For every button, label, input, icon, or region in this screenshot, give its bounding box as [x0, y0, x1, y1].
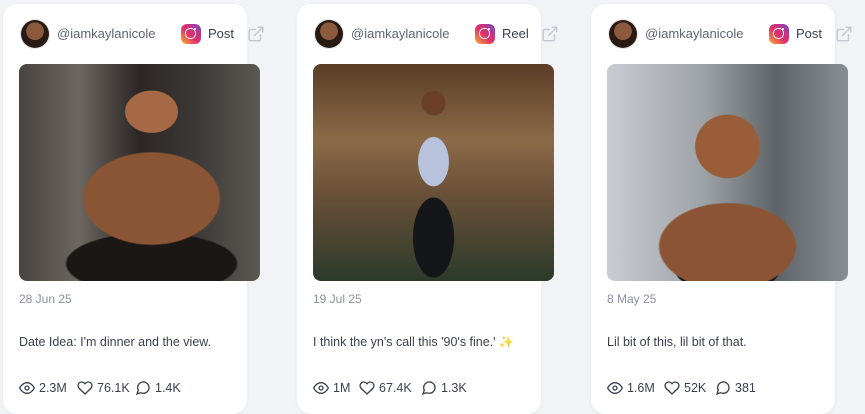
- comment-icon: [421, 381, 436, 396]
- instagram-icon: [181, 24, 201, 44]
- comment-icon: [135, 381, 150, 396]
- instagram-icon: [475, 24, 495, 44]
- post-type-label: Reel: [502, 26, 529, 41]
- views-count: 1.6M: [627, 381, 655, 395]
- post-image[interactable]: [607, 64, 848, 281]
- post-card[interactable]: @iamkaylanicole Reel 19 Jul 25 I think t…: [297, 4, 558, 414]
- post-caption: I think the yn's call this '90's fine.' ✨: [313, 335, 529, 349]
- post-image[interactable]: [313, 64, 554, 281]
- handle-link[interactable]: @iamkaylanicole: [645, 26, 743, 41]
- instagram-icon: [769, 24, 789, 44]
- post-caption: Lil bit of this, lil bit of that.: [607, 335, 823, 349]
- post-card[interactable]: @iamkaylanicole Post 8 May 25 Lil bit of…: [591, 4, 852, 414]
- caption-text: I think the yn's call this '90's fine.': [313, 335, 496, 349]
- caption-text: Date Idea: I'm dinner and the view.: [19, 335, 212, 349]
- eye-icon: [19, 381, 35, 395]
- handle-link[interactable]: @iamkaylanicole: [351, 26, 449, 41]
- likes-count: 52K: [684, 381, 707, 395]
- post-grid: @iamkaylanicole Post 28 Jun 25 Date Idea…: [0, 0, 865, 414]
- heart-icon: [664, 381, 680, 395]
- post-card[interactable]: @iamkaylanicole Post 28 Jun 25 Date Idea…: [3, 4, 264, 414]
- post-image[interactable]: [19, 64, 260, 281]
- post-type-label: Post: [796, 26, 823, 41]
- post-header: @iamkaylanicole Reel: [313, 20, 558, 48]
- post-date: 8 May 25: [607, 292, 657, 306]
- handle-link[interactable]: @iamkaylanicole: [57, 26, 155, 41]
- likes-count: 67.4K: [379, 381, 412, 395]
- avatar[interactable]: [315, 20, 343, 48]
- caption-emoji: ✨: [498, 335, 514, 349]
- heart-icon: [359, 381, 375, 395]
- post-header: @iamkaylanicole Post: [607, 20, 852, 48]
- caption-text: Lil bit of this, lil bit of that.: [607, 335, 747, 349]
- eye-icon: [607, 381, 623, 395]
- likes-count: 76.1K: [97, 381, 130, 395]
- avatar[interactable]: [609, 20, 637, 48]
- external-link-icon[interactable]: [247, 25, 265, 43]
- heart-icon: [77, 381, 93, 395]
- comments-count: 381: [735, 381, 756, 395]
- external-link-icon[interactable]: [541, 25, 559, 43]
- post-caption: Date Idea: I'm dinner and the view.: [19, 335, 235, 349]
- avatar[interactable]: [21, 20, 49, 48]
- comment-icon: [715, 381, 730, 396]
- views-count: 1M: [333, 381, 351, 395]
- eye-icon: [313, 381, 329, 395]
- external-link-icon[interactable]: [835, 25, 853, 43]
- comments-count: 1.3K: [441, 381, 467, 395]
- comments-count: 1.4K: [155, 381, 181, 395]
- post-header: @iamkaylanicole Post: [19, 20, 264, 48]
- views-count: 2.3M: [39, 381, 67, 395]
- post-date: 28 Jun 25: [19, 292, 72, 306]
- post-date: 19 Jul 25: [313, 292, 362, 306]
- post-type-label: Post: [208, 26, 235, 41]
